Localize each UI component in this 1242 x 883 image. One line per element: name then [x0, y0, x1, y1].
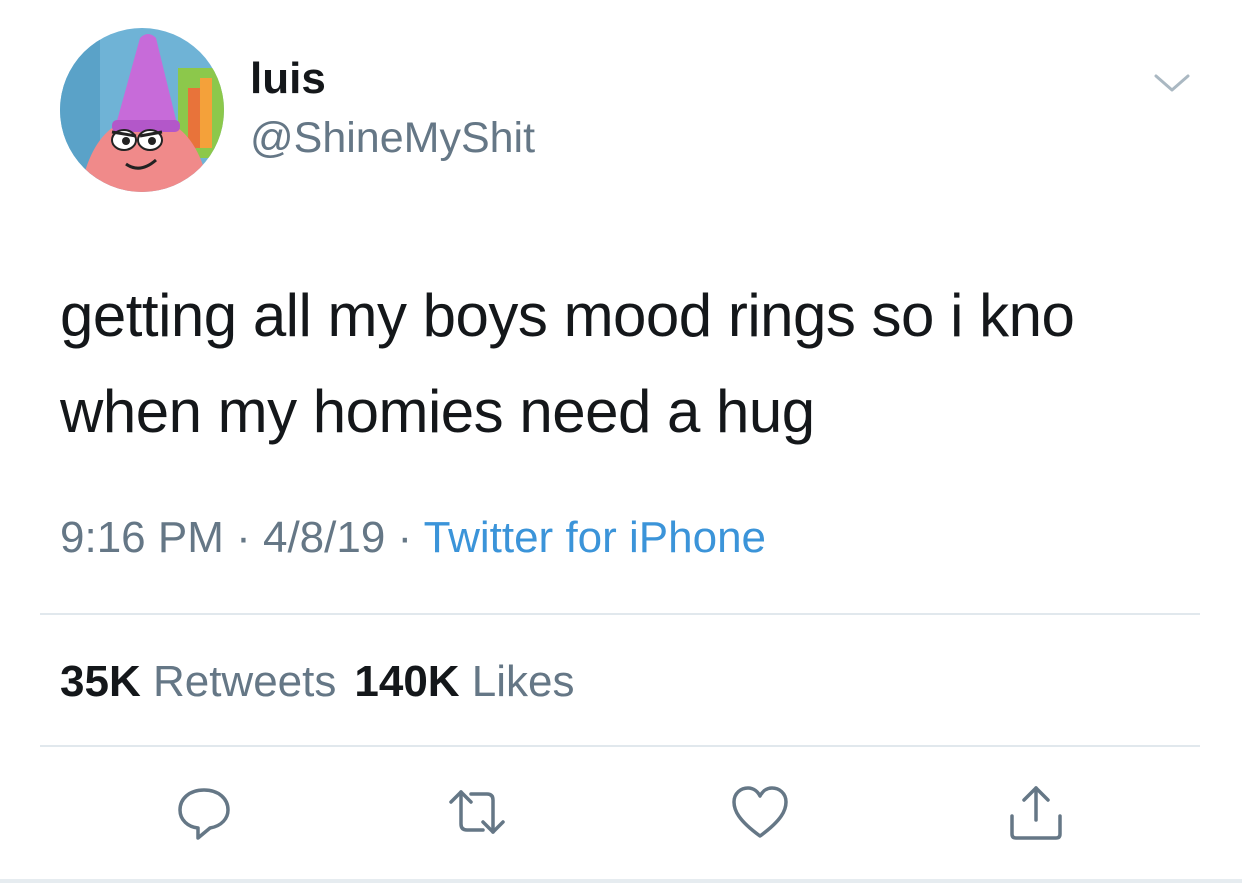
tweet-card: luis @ShineMyShit getting all my boys mo… — [0, 0, 1242, 883]
tweet-text: getting all my boys mood rings so i kno … — [60, 268, 1200, 460]
bottom-border — [0, 879, 1242, 883]
tweet-text-line: getting all my boys mood rings so i kno — [60, 282, 1075, 349]
reply-icon[interactable] — [172, 780, 236, 844]
avatar[interactable] — [60, 28, 224, 192]
tweet-time: 9:16 PM — [60, 513, 224, 562]
divider — [40, 745, 1200, 747]
retweets-label: Retweets — [152, 657, 337, 706]
likes-stat[interactable]: 140K Likes — [354, 657, 574, 706]
display-name[interactable]: luis — [250, 54, 326, 104]
likes-label: Likes — [471, 657, 575, 706]
tweet-source-link[interactable]: Twitter for iPhone — [424, 513, 766, 562]
tweet-meta: 9:16 PM · 4/8/19 · Twitter for iPhone — [60, 510, 766, 566]
tweet-date: 4/8/19 — [262, 513, 386, 562]
avatar-image — [60, 28, 224, 192]
likes-count: 140K — [354, 657, 460, 706]
meta-separator: · — [385, 513, 424, 562]
retweets-stat[interactable]: 35K Retweets — [60, 657, 336, 706]
meta-separator: · — [223, 513, 263, 562]
user-handle[interactable]: @ShineMyShit — [250, 113, 535, 163]
divider — [40, 613, 1200, 615]
share-icon[interactable] — [1004, 780, 1068, 844]
tweet-stats: 35K Retweets 140K Likes — [60, 654, 575, 710]
heart-icon[interactable] — [728, 780, 792, 844]
tweet-text-line: when my homies need a hug — [60, 378, 815, 445]
chevron-down-icon[interactable] — [1150, 68, 1194, 100]
retweet-icon[interactable] — [445, 780, 509, 844]
retweets-count: 35K — [60, 657, 141, 706]
